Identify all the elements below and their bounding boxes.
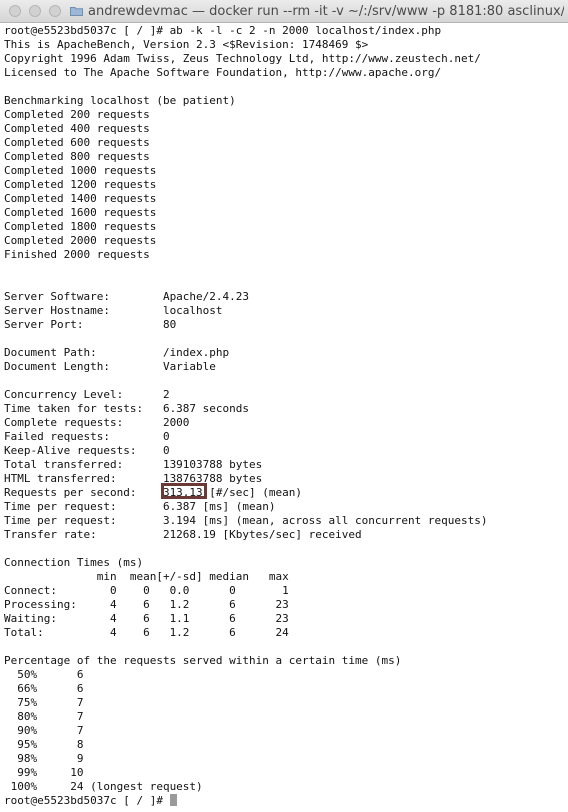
terminal-line: 99% 10 xyxy=(4,766,84,779)
terminal-line: 80% 7 xyxy=(4,710,84,723)
terminal-line: min mean[+/-sd] median max xyxy=(4,570,289,583)
terminal-line: Waiting: 4 6 1.1 6 23 xyxy=(4,612,289,625)
terminal-line: Server Software: Apache/2.4.23 xyxy=(4,290,250,303)
terminal-line: Completed 1600 requests xyxy=(4,206,157,219)
prompt-line[interactable]: root@e5523bd5037c [ / ]# xyxy=(4,794,568,808)
terminal-line: Total transferred: 139103788 bytes xyxy=(4,458,263,471)
text-cursor xyxy=(169,794,177,806)
terminal-line: Failed requests: 0 xyxy=(4,430,170,443)
terminal-line: Processing: 4 6 1.2 6 23 xyxy=(4,598,289,611)
terminal-line: Complete requests: 2000 xyxy=(4,416,190,429)
terminal-line: Document Path: /index.php xyxy=(4,346,230,359)
terminal-line: HTML transferred: 138763788 bytes xyxy=(4,472,263,485)
shell-prompt: root@e5523bd5037c [ / ]# xyxy=(4,794,170,807)
terminal-line: Finished 2000 requests xyxy=(4,248,150,261)
terminal-line: Completed 2000 requests xyxy=(4,234,157,247)
terminal-line: This is ApacheBench, Version 2.3 <$Revis… xyxy=(4,38,369,51)
requests-per-second-line: Requests per second: 313.13 [#/sec] (mea… xyxy=(4,486,303,499)
terminal-line: Server Hostname: localhost xyxy=(4,304,223,317)
requests-per-second-highlight xyxy=(161,483,207,499)
minimize-window-button[interactable] xyxy=(29,5,41,17)
folder-icon xyxy=(70,7,83,16)
terminal-line: Transfer rate: 21268.19 [Kbytes/sec] rec… xyxy=(4,528,362,541)
terminal-window: andrewdevmac — docker run --rm -it -v ~/… xyxy=(0,0,568,812)
terminal-line: 50% 6 xyxy=(4,668,84,681)
terminal-line: 95% 8 xyxy=(4,738,84,751)
terminal-line: Time per request: 3.194 [ms] (mean, acro… xyxy=(4,514,488,527)
terminal-line: Completed 1200 requests xyxy=(4,178,157,191)
terminal-line: Connect: 0 0 0.0 0 1 xyxy=(4,584,289,597)
terminal-line: Licensed to The Apache Software Foundati… xyxy=(4,66,442,79)
window-title: andrewdevmac — docker run --rm -it -v ~/… xyxy=(88,4,564,19)
zoom-window-button[interactable] xyxy=(49,5,61,17)
terminal-line: Connection Times (ms) xyxy=(4,556,144,569)
terminal-line: Server Port: 80 xyxy=(4,318,177,331)
terminal-line: Completed 800 requests xyxy=(4,150,150,163)
terminal-line: Completed 400 requests xyxy=(4,122,150,135)
terminal-line: 75% 7 xyxy=(4,696,84,709)
terminal-line: 90% 7 xyxy=(4,724,84,737)
title-bar[interactable]: andrewdevmac — docker run --rm -it -v ~/… xyxy=(0,0,568,23)
terminal-line: Total: 4 6 1.2 6 24 xyxy=(4,626,289,639)
terminal-line: Benchmarking localhost (be patient) xyxy=(4,94,236,107)
terminal-line: Copyright 1996 Adam Twiss, Zeus Technolo… xyxy=(4,52,481,65)
terminal-line: 66% 6 xyxy=(4,682,84,695)
terminal-line: 100% 24 (longest request) xyxy=(4,780,203,793)
command-line: root@e5523bd5037c [ / ]# ab -k -l -c 2 -… xyxy=(4,24,442,37)
terminal-line: Completed 1800 requests xyxy=(4,220,157,233)
terminal-line: Percentage of the requests served within… xyxy=(4,654,402,667)
terminal-line: Document Length: Variable xyxy=(4,360,216,373)
terminal-line: Keep-Alive requests: 0 xyxy=(4,444,170,457)
close-window-button[interactable] xyxy=(9,5,21,17)
terminal-line: Completed 1400 requests xyxy=(4,192,157,205)
terminal-line: Concurrency Level: 2 xyxy=(4,388,170,401)
terminal-line: Completed 600 requests xyxy=(4,136,150,149)
terminal-line: Completed 1000 requests xyxy=(4,164,157,177)
terminal-line: Completed 200 requests xyxy=(4,108,150,121)
terminal-line: Time taken for tests: 6.387 seconds xyxy=(4,402,250,415)
terminal-output[interactable]: root@e5523bd5037c [ / ]# ab -k -l -c 2 -… xyxy=(4,24,568,812)
terminal-line: 98% 9 xyxy=(4,752,84,765)
terminal-line: Time per request: 6.387 [ms] (mean) xyxy=(4,500,276,513)
